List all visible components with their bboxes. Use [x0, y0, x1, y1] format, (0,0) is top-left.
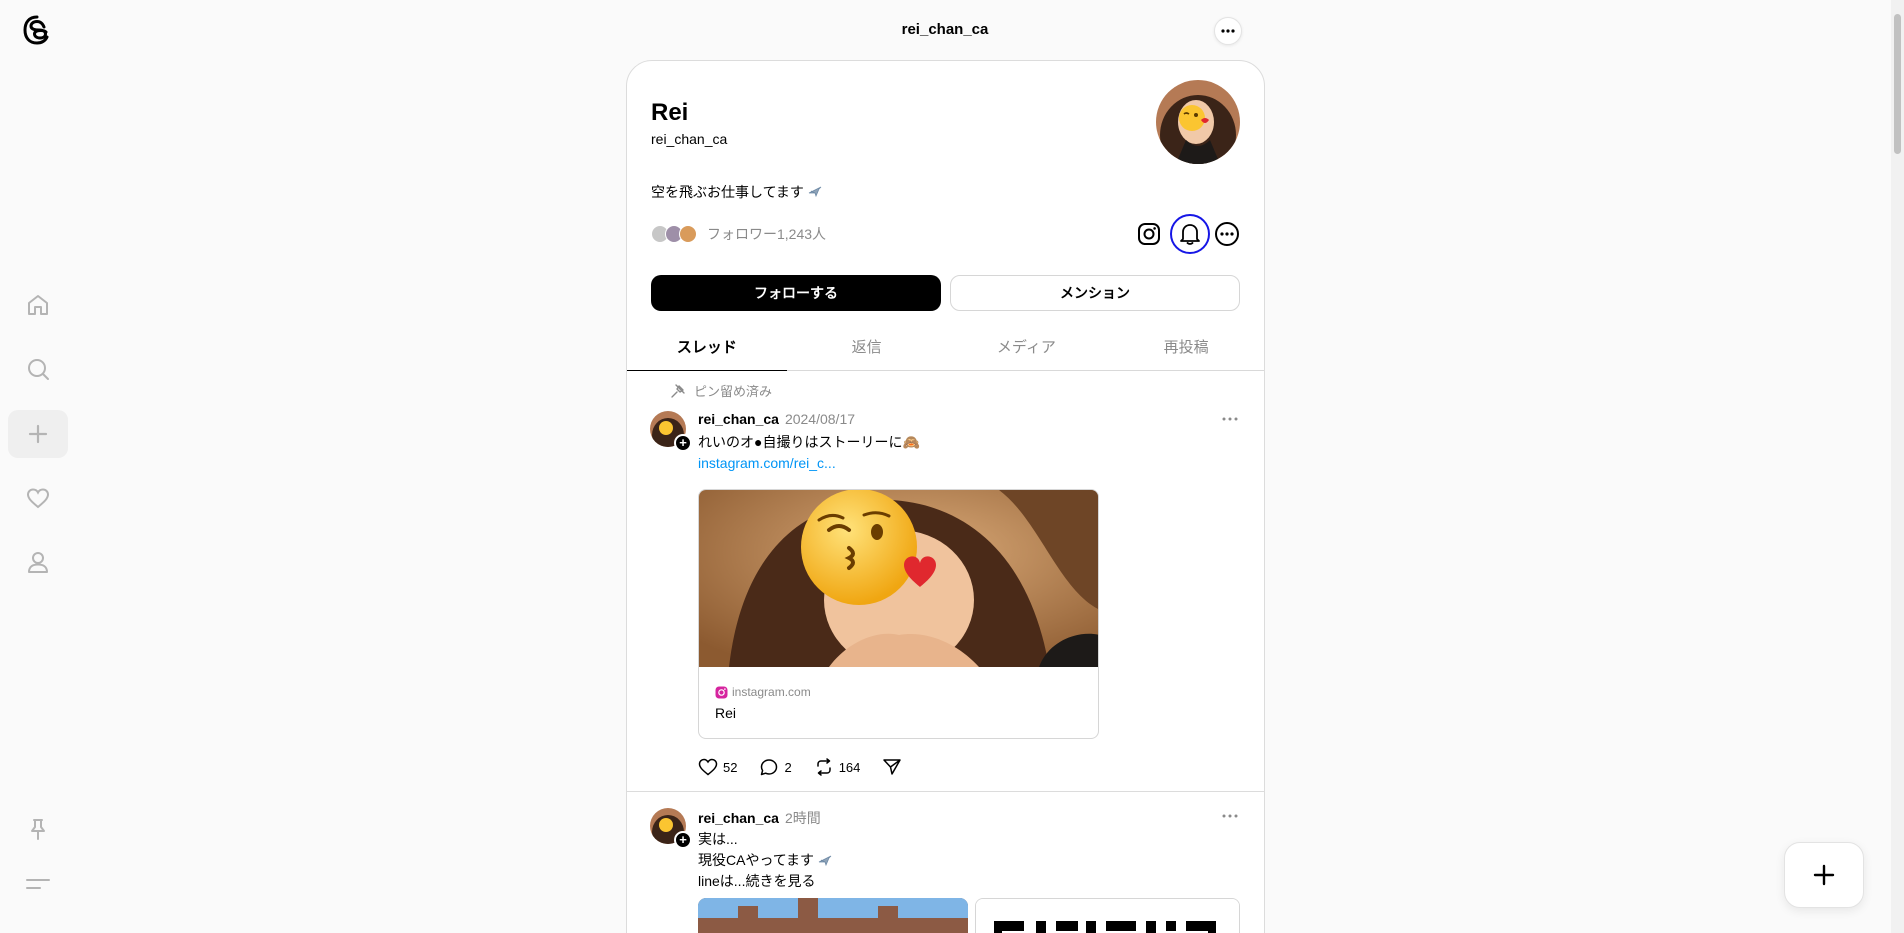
- comment-icon: [761, 759, 778, 776]
- plus-icon: [1813, 864, 1835, 886]
- post-username[interactable]: rei_chan_ca: [698, 411, 779, 427]
- link-title: Rei: [715, 705, 737, 721]
- threads-app: rei_chan_ca Rei rei_chan_ca 空を飛ぶお仕事してます: [0, 0, 1904, 933]
- post-divider: [626, 791, 1265, 792]
- repost-count: 164: [838, 759, 861, 775]
- threads-logo-icon[interactable]: [20, 13, 56, 49]
- post-media-qr[interactable]: [975, 898, 1240, 933]
- post-link[interactable]: instagram.com/rei_c...: [698, 455, 836, 471]
- repost-icon: [816, 758, 831, 776]
- left-nav: [0, 0, 76, 933]
- post-text-line: 実は...: [698, 831, 738, 847]
- instagram-icon: [715, 686, 728, 698]
- reply-count: 2: [784, 759, 792, 775]
- heart-icon: [698, 758, 718, 776]
- airplane-icon: [818, 855, 832, 866]
- follow-plus-icon[interactable]: +: [674, 434, 692, 452]
- page-scrollbar[interactable]: [1891, 0, 1904, 933]
- link-preview-card[interactable]: instagram.com Rei: [698, 489, 1099, 739]
- post-list: ピン留め済み + rei_chan_ca 2024/08/17 れいのオ●自撮り…: [626, 60, 1265, 933]
- link-domain: instagram.com: [715, 685, 811, 699]
- new-thread-button[interactable]: [1784, 842, 1864, 908]
- more-options-button[interactable]: [1214, 17, 1242, 45]
- post-header: rei_chan_ca 2024/08/17: [698, 411, 855, 427]
- link-domain-text: instagram.com: [732, 685, 811, 699]
- pin-icon: [671, 383, 685, 398]
- post-text-line: 現役CAやってます: [698, 850, 833, 871]
- profile-icon[interactable]: [8, 538, 68, 586]
- page-title: rei_chan_ca: [901, 21, 989, 38]
- post-timestamp[interactable]: 2時間: [785, 808, 821, 828]
- link-preview-image: [699, 490, 1098, 667]
- pinned-indicator: ピン留め済み: [670, 381, 772, 400]
- post-more-icon[interactable]: [1218, 806, 1242, 826]
- home-icon[interactable]: [8, 281, 68, 329]
- search-icon[interactable]: [8, 345, 68, 393]
- post-media-image[interactable]: [698, 898, 968, 933]
- post-username[interactable]: rei_chan_ca: [698, 810, 779, 826]
- post-more-icon[interactable]: [1218, 409, 1242, 429]
- pinned-label: ピン留め済み: [694, 384, 773, 399]
- pin-icon[interactable]: [8, 805, 68, 853]
- menu-icon[interactable]: [8, 860, 68, 908]
- share-button[interactable]: [882, 757, 902, 777]
- like-button[interactable]: 52: [698, 758, 737, 776]
- more-icon: [1221, 29, 1235, 33]
- activity-icon[interactable]: [8, 474, 68, 522]
- like-count: 52: [723, 759, 738, 775]
- post-text: れいのオ●自撮りはストーリーに🙈: [698, 434, 920, 450]
- scrollbar-thumb[interactable]: [1894, 14, 1901, 154]
- post-header: rei_chan_ca 2時間: [698, 808, 821, 828]
- reply-button[interactable]: 2: [759, 757, 792, 777]
- repost-button[interactable]: 164: [814, 757, 861, 777]
- post-text-line-2: 現役CAやってます: [698, 852, 815, 868]
- post-text-line[interactable]: lineは...続きを見る: [698, 871, 815, 892]
- post-timestamp[interactable]: 2024/08/17: [785, 411, 855, 427]
- follow-plus-icon[interactable]: +: [674, 831, 692, 849]
- create-icon[interactable]: [8, 410, 68, 458]
- send-icon: [883, 759, 902, 775]
- post-actions: 52 2 164: [698, 757, 902, 777]
